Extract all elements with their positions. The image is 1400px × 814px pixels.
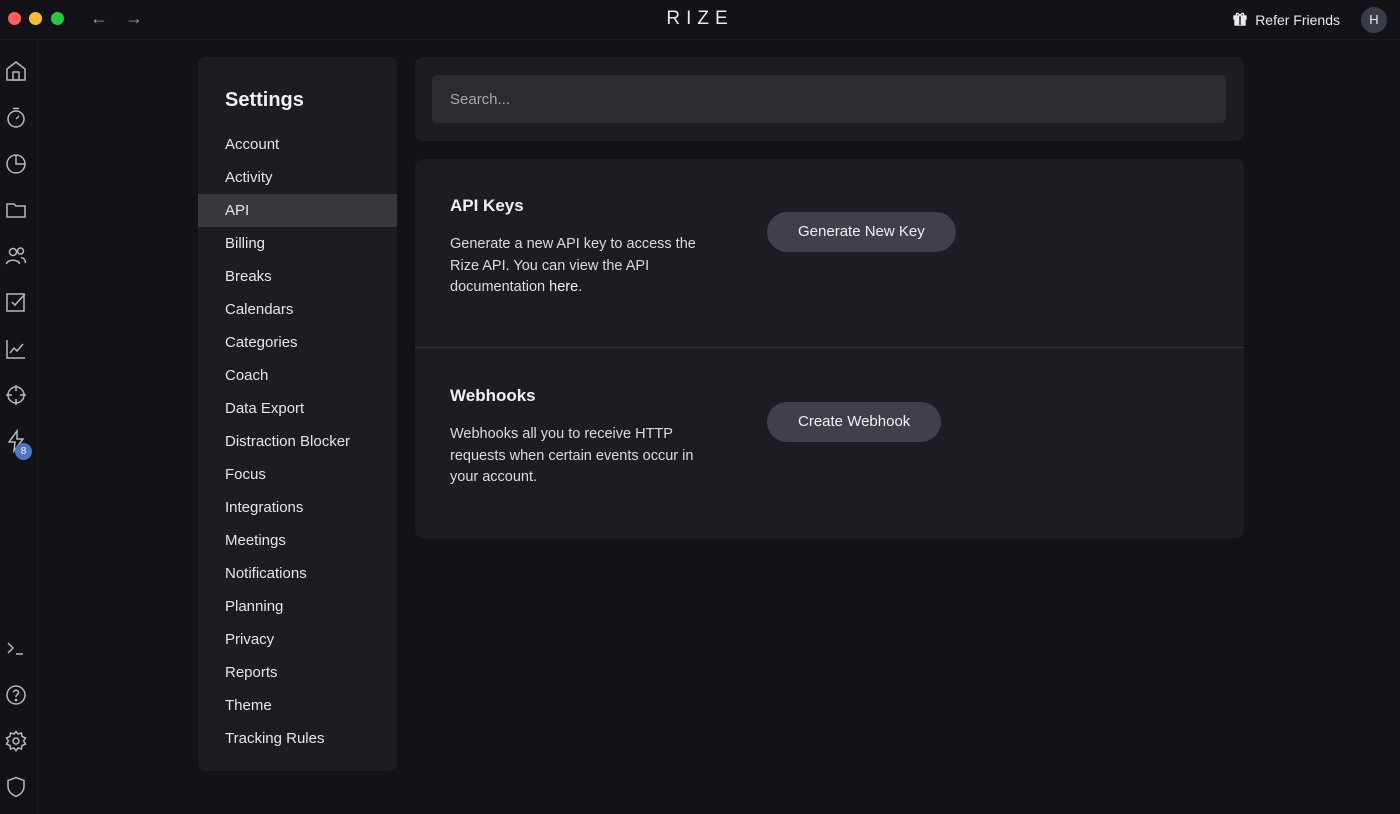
webhooks-description: Webhooks all you to receive HTTP request… [450, 426, 694, 485]
pie-chart-icon[interactable] [4, 152, 28, 176]
settings-item-privacy[interactable]: Privacy [198, 623, 397, 656]
settings-item-breaks[interactable]: Breaks [198, 260, 397, 293]
refer-friends-button[interactable]: Refer Friends [1233, 10, 1340, 30]
gear-icon[interactable] [4, 729, 28, 753]
settings-item-coach[interactable]: Coach [198, 359, 397, 392]
search-card [415, 57, 1244, 141]
create-webhook-button[interactable]: Create Webhook [767, 402, 942, 442]
api-settings-card: API Keys Generate a new API key to acces… [415, 159, 1244, 538]
settings-item-activity[interactable]: Activity [198, 161, 397, 194]
settings-item-meetings[interactable]: Meetings [198, 524, 397, 557]
settings-item-api[interactable]: API [198, 194, 397, 227]
api-keys-section: API Keys Generate a new API key to acces… [415, 159, 1244, 348]
home-icon[interactable] [4, 59, 28, 83]
settings-item-data-export[interactable]: Data Export [198, 392, 397, 425]
api-keys-description-end: . [578, 279, 583, 295]
title-bar: ← → RIZE Refer Friends H [0, 0, 1400, 40]
settings-panel: Settings Account Activity API Billing Br… [198, 57, 397, 771]
api-keys-description: Generate a new API key to access the Riz… [450, 234, 720, 299]
trend-chart-icon[interactable] [4, 337, 28, 361]
app-logo: RIZE [666, 8, 734, 29]
webhooks-title: Webhooks [450, 386, 536, 405]
checkbox-icon[interactable] [4, 290, 28, 314]
settings-item-theme[interactable]: Theme [198, 689, 397, 722]
avatar[interactable]: H [1361, 7, 1387, 33]
settings-item-calendars[interactable]: Calendars [198, 293, 397, 326]
left-nav-rail: 8 [0, 40, 38, 814]
api-keys-title: API Keys [450, 196, 524, 215]
notification-badge: 8 [15, 443, 32, 460]
settings-item-tracking-rules[interactable]: Tracking Rules [198, 722, 397, 755]
target-icon[interactable] [4, 383, 28, 407]
settings-item-notifications[interactable]: Notifications [198, 557, 397, 590]
api-docs-link[interactable]: here [549, 279, 578, 295]
shield-icon[interactable] [4, 775, 28, 799]
settings-item-billing[interactable]: Billing [198, 227, 397, 260]
settings-item-planning[interactable]: Planning [198, 590, 397, 623]
settings-item-account[interactable]: Account [198, 128, 397, 161]
settings-item-categories[interactable]: Categories [198, 326, 397, 359]
generate-new-key-button[interactable]: Generate New Key [767, 212, 956, 252]
terminal-icon[interactable] [4, 636, 28, 660]
settings-title: Settings [225, 89, 304, 111]
help-icon[interactable] [4, 683, 28, 707]
settings-item-integrations[interactable]: Integrations [198, 491, 397, 524]
users-icon[interactable] [4, 244, 28, 268]
timer-icon[interactable] [4, 106, 28, 130]
settings-nav-list: Account Activity API Billing Breaks Cale… [198, 128, 397, 755]
settings-item-focus[interactable]: Focus [198, 458, 397, 491]
refer-friends-label: Refer Friends [1255, 12, 1340, 28]
gift-icon [1233, 11, 1247, 29]
webhooks-section: Webhooks Webhooks all you to receive HTT… [415, 349, 1244, 538]
folder-icon[interactable] [4, 198, 28, 222]
settings-item-distraction-blocker[interactable]: Distraction Blocker [198, 425, 397, 458]
settings-item-reports[interactable]: Reports [198, 656, 397, 689]
search-input[interactable] [432, 75, 1226, 123]
